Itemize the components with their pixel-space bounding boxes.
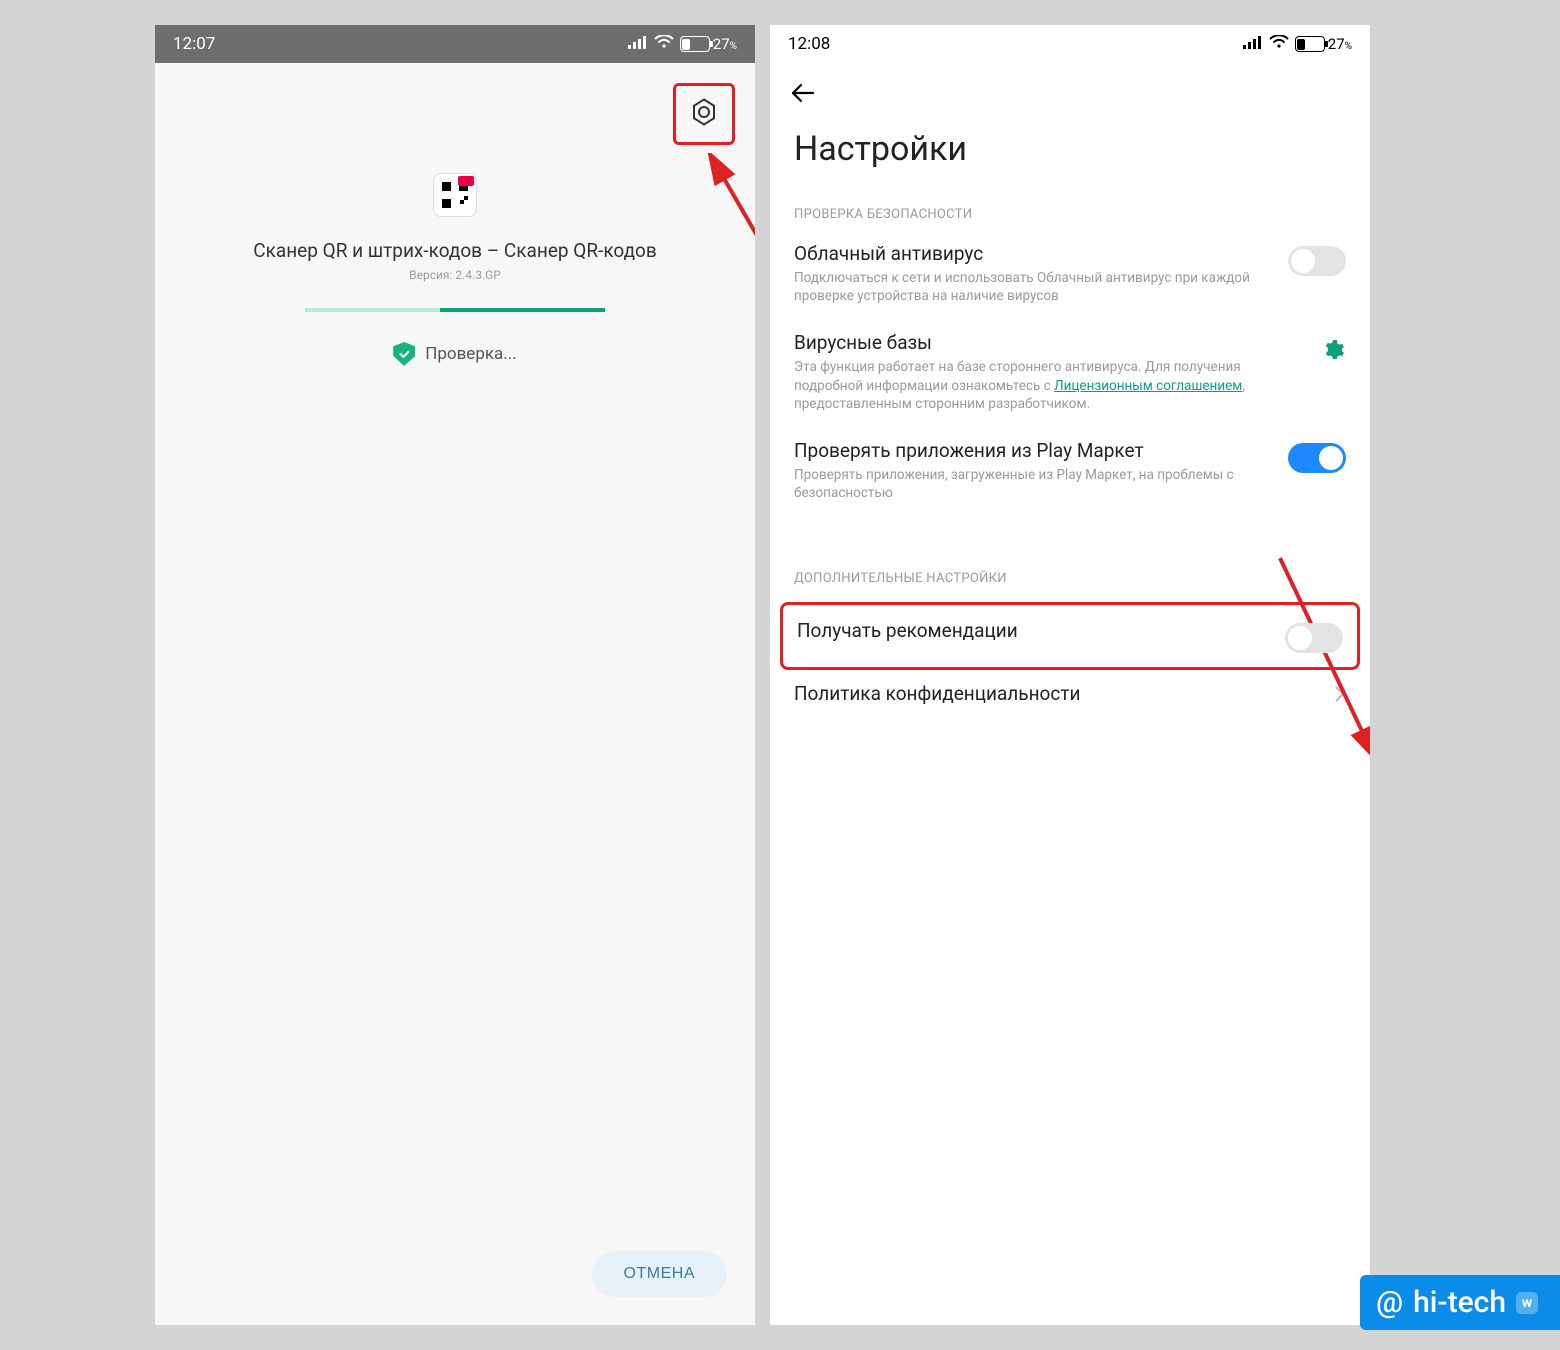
battery-indicator: 27%: [1295, 35, 1352, 53]
section-header-security: ПРОВЕРКА БЕЗОПАСНОСТИ: [770, 193, 1370, 230]
battery-indicator: 27%: [680, 35, 737, 53]
setting-desc: Подключаться к сети и использовать Облач…: [794, 269, 1272, 305]
watermark-at: @: [1376, 1285, 1403, 1320]
setting-privacy-policy[interactable]: Политика конфиденциальности: [770, 670, 1370, 722]
setting-cloud-antivirus[interactable]: Облачный антивирус Подключаться к сети и…: [770, 230, 1370, 319]
status-right: 27%: [1243, 34, 1352, 54]
back-button[interactable]: [790, 88, 816, 107]
settings-icon[interactable]: [689, 97, 719, 131]
gear-icon[interactable]: [1320, 337, 1346, 363]
app-scan-panel: Сканер QR и штрих-кодов – Сканер QR-кодо…: [155, 173, 755, 366]
cancel-button[interactable]: ОТМЕНА: [592, 1251, 727, 1297]
battery-unit: %: [730, 41, 737, 52]
setting-title: Облачный антивирус: [794, 242, 1272, 265]
battery-percent: 27: [713, 35, 730, 53]
setting-title: Политика конфиденциальности: [794, 682, 1318, 705]
chevron-right-icon: [1334, 684, 1346, 708]
phone-screen-settings: 12:08 27%: [770, 25, 1370, 1325]
shield-icon: [393, 342, 415, 366]
scan-progress: [305, 308, 605, 312]
scan-status: Проверка...: [393, 342, 517, 366]
status-time: 12:07: [173, 34, 215, 54]
phone-screen-scanner: 12:07 27%: [155, 25, 755, 1325]
section-header-additional: ДОПОЛНИТЕЛЬНЫЕ НАСТРОЙКИ: [770, 557, 1370, 594]
battery-unit: %: [1345, 41, 1352, 52]
setting-desc: Эта функция работает на базе стороннего …: [794, 358, 1304, 413]
setting-title: Проверять приложения из Play Маркет: [794, 439, 1272, 462]
page-title: Настройки: [770, 117, 1370, 193]
watermark-text: hi-tech: [1413, 1285, 1506, 1320]
setting-desc: Проверять приложения, загруженные из Pla…: [794, 466, 1272, 502]
app-icon-badge: [458, 176, 474, 186]
toggle-recommendations[interactable]: [1285, 623, 1343, 653]
status-time: 12:08: [788, 34, 830, 54]
settings-button-highlight: [673, 83, 735, 145]
status-bar: 12:08 27%: [770, 25, 1370, 63]
toggle-play-check[interactable]: [1288, 443, 1346, 473]
wifi-icon: [654, 34, 674, 54]
scan-status-text: Проверка...: [425, 344, 517, 364]
wifi-icon: [1269, 34, 1289, 54]
signal-icon: [628, 34, 648, 54]
setting-recommendations-highlight: Получать рекомендации: [780, 602, 1360, 670]
setting-title: Вирусные базы: [794, 331, 1304, 354]
license-link[interactable]: Лицензионным соглашением: [1054, 378, 1242, 394]
battery-percent: 27: [1328, 35, 1345, 53]
toggle-cloud-antivirus[interactable]: [1288, 246, 1346, 276]
app-icon: [433, 173, 477, 217]
watermark-badge: w: [1516, 1292, 1538, 1314]
setting-recommendations[interactable]: Получать рекомендации: [783, 605, 1357, 667]
status-right: 27%: [628, 34, 737, 54]
setting-play-check[interactable]: Проверять приложения из Play Маркет Пров…: [770, 427, 1370, 516]
app-title: Сканер QR и штрих-кодов – Сканер QR-кодо…: [253, 239, 657, 262]
app-version: Версия: 2.4.3.GP: [409, 268, 501, 282]
watermark: @ hi-tech w: [1360, 1275, 1560, 1330]
setting-virus-db[interactable]: Вирусные базы Эта функция работает на ба…: [770, 319, 1370, 427]
setting-title: Получать рекомендации: [797, 619, 1269, 642]
status-bar: 12:07 27%: [155, 25, 755, 63]
signal-icon: [1243, 34, 1263, 54]
